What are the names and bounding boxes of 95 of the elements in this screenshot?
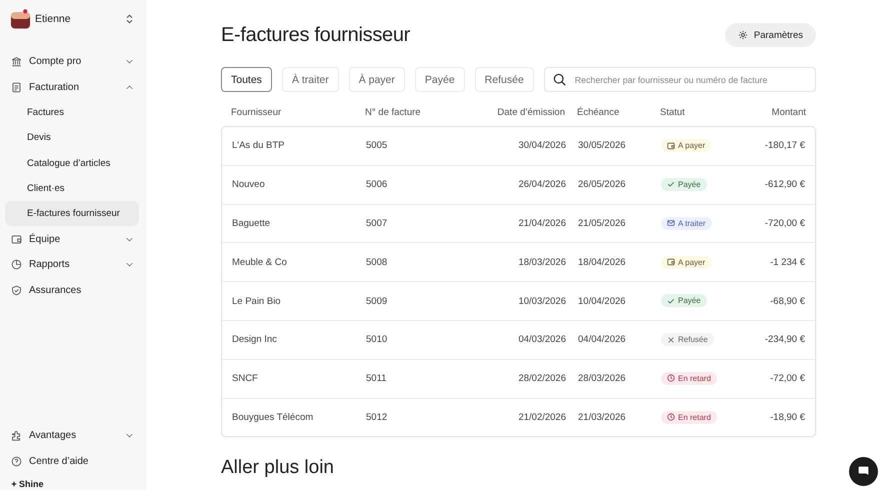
table-cell-text: -1 234 € <box>769 256 805 268</box>
table-cell-text: -720,00 € <box>764 218 805 229</box>
settings-icon <box>738 30 748 40</box>
sidebar-subitem[interactable]: E-factures fournisseur <box>5 201 139 226</box>
pie-icon <box>11 259 22 270</box>
table-cell-text: 5008 <box>366 256 388 268</box>
table-cell-text: 5007 <box>366 218 388 229</box>
status-badge: A traiter <box>661 216 712 230</box>
chevron-icon[interactable] <box>126 433 133 438</box>
doc-icon <box>11 82 22 93</box>
table-cell-text: 30/04/2026 <box>517 140 566 152</box>
filter-tab[interactable]: À payer <box>348 67 405 92</box>
chevron-icon[interactable] <box>126 262 133 268</box>
sidebar-subitem[interactable]: Factures <box>5 100 139 126</box>
table-cell-text: SNCF <box>232 373 259 384</box>
chevron-icon[interactable] <box>126 84 133 90</box>
column-header: Date d’émission <box>496 106 565 118</box>
table-cell-text: 5010 <box>366 334 388 346</box>
table-cell-text: -72,00 € <box>769 373 805 384</box>
table-cell-text: 28/03/2026 <box>577 373 627 384</box>
table-cell-text: 30/05/2026 <box>577 140 627 152</box>
sidebar-item[interactable]: Centre d’aide <box>0 448 147 474</box>
table-cell-text: 21/04/2026 <box>517 218 566 229</box>
table-cell-text: 21/03/2026 <box>577 412 627 423</box>
sidebar-subitem[interactable]: Client·es <box>5 176 139 202</box>
plus-icon <box>11 481 17 487</box>
table-cell-text: 04/03/2026 <box>517 334 566 346</box>
status-badge: A payer <box>661 256 712 269</box>
sort-icon[interactable] <box>126 14 133 24</box>
table-cell-text: Design Inc <box>232 334 278 346</box>
settings-button[interactable]: Paramètres <box>724 23 816 47</box>
table-cell-text: -68,90 € <box>769 296 805 307</box>
table-cell-text: 04/04/2026 <box>577 334 627 346</box>
table-cell-text: -180,17 € <box>764 140 805 152</box>
column-header: Montant <box>770 106 806 118</box>
column-header: Fournisseur <box>231 106 282 118</box>
sidebar-item[interactable]: Compte pro <box>0 49 147 74</box>
table-cell-text: Baguette <box>232 218 272 229</box>
table-cell-text: Le Pain Bio <box>232 296 282 307</box>
table-cell-text: 10/03/2026 <box>517 296 566 307</box>
table-cell-text: 5009 <box>366 296 388 307</box>
table-cell-text: L'As du BTP <box>232 140 286 152</box>
table-cell-text: Nouveo <box>232 179 266 190</box>
table-cell-text: 5011 <box>366 373 388 384</box>
table-cell-text: -612,90 € <box>764 179 805 190</box>
table-cell-text: Bouygues Télécom <box>232 412 314 423</box>
table-cell-text: -234,90 € <box>764 334 805 346</box>
table-cell-text: Meuble & Co <box>232 256 288 268</box>
table-cell-text: 18/04/2026 <box>577 256 627 268</box>
section-title: Aller plus loin <box>221 457 335 480</box>
filter-tab[interactable]: Toutes <box>221 67 272 92</box>
table-cell-text: 26/05/2026 <box>577 179 627 190</box>
table-cell-text: 21/05/2026 <box>577 218 627 229</box>
sidebar-item[interactable]: Facturation <box>0 74 147 100</box>
account-name[interactable]: Etienne <box>35 13 126 25</box>
shield-icon <box>11 284 22 296</box>
puzzle-icon <box>11 430 22 442</box>
table-cell-text: 21/02/2026 <box>517 412 566 423</box>
avatar-icon <box>10 8 31 30</box>
table-cell-text: 5012 <box>366 412 388 423</box>
table-cell-text: 28/02/2026 <box>517 373 566 384</box>
status-badge: Payée <box>661 294 707 308</box>
status-badge: En retard <box>661 410 717 424</box>
column-header: N° de facture <box>365 106 422 118</box>
column-header: Statut <box>659 106 686 118</box>
sidebar-subitem[interactable]: Devis <box>5 125 139 151</box>
status-badge: Refusée <box>661 333 714 346</box>
sidebar-item[interactable]: Assurances <box>0 277 147 303</box>
search-icon <box>552 73 566 86</box>
filter-tab[interactable]: Refusée <box>474 67 534 92</box>
table-cell-text: 26/04/2026 <box>517 179 566 190</box>
brand-logo-text: Shine <box>19 479 44 489</box>
page-title: E-factures fournisseur <box>221 24 410 46</box>
table-cell-text: 5006 <box>366 179 388 190</box>
filter-tab[interactable]: Payée <box>414 67 465 92</box>
sidebar-subitem[interactable]: Catalogue d’articles <box>5 150 139 176</box>
chevron-icon[interactable] <box>126 236 133 242</box>
bank-icon <box>11 56 22 68</box>
chat-button[interactable] <box>849 457 878 486</box>
status-badge: En retard <box>661 372 717 385</box>
search-field[interactable]: Rechercher par fournisseur ou numéro de facture <box>544 67 816 92</box>
status-badge: Payée <box>661 178 707 191</box>
table-cell-text: 5005 <box>366 140 388 152</box>
filter-tab[interactable]: À traiter <box>282 67 339 92</box>
sidebar-item[interactable]: Avantages <box>0 423 147 448</box>
wallet-icon <box>11 234 22 245</box>
table-cell-text: -18,90 € <box>769 412 805 423</box>
column-header: Échéance <box>576 106 620 118</box>
table-cell-text: 10/04/2026 <box>577 296 627 307</box>
sidebar-item[interactable]: Équipe <box>0 226 147 252</box>
table-cell-text: 18/03/2026 <box>517 256 566 268</box>
sidebar-item[interactable]: Rapports <box>0 252 147 278</box>
status-badge: A payer <box>661 139 712 152</box>
help-icon <box>11 456 22 467</box>
chevron-icon[interactable] <box>126 59 133 64</box>
